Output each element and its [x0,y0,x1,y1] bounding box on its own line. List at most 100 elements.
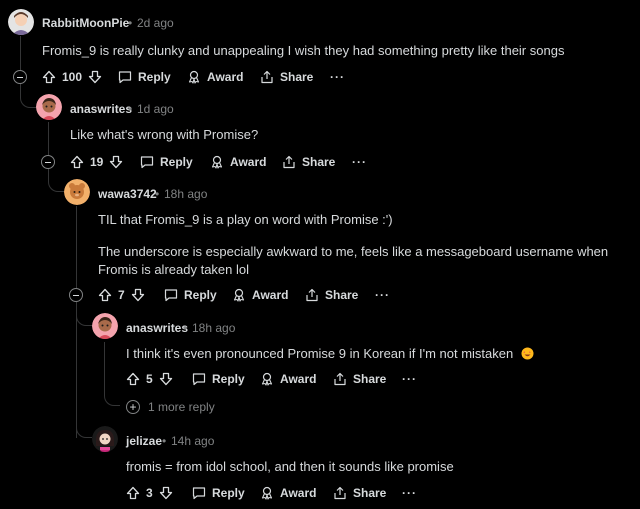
avatar-icon [92,426,118,452]
avatar[interactable] [92,426,118,452]
thread-branch-curve [20,84,36,108]
vote-count: 3 [146,486,153,500]
separator-dot: • [128,16,133,30]
award-label: Award [207,70,244,84]
comment-timestamp[interactable]: 18h ago [164,187,207,201]
award-label: Award [252,288,289,302]
reply-button[interactable]: Reply [140,155,193,169]
comment-timestamp[interactable]: 2d ago [137,16,174,30]
thread-branch-curve [76,414,92,438]
reply-button[interactable]: Reply [164,288,217,302]
thread-branch-curve [48,168,64,192]
comment-timestamp[interactable]: 18h ago [192,321,235,335]
separator-dot: • [128,102,133,116]
reply-label: Reply [138,70,171,84]
share-button[interactable]: Share [282,155,335,169]
thread-line-level2 [76,206,77,288]
more-options-button[interactable]: ··· [375,288,390,302]
separator-dot: • [183,321,188,335]
award-button[interactable]: Award [260,486,316,500]
reply-icon [192,373,206,386]
reply-label: Reply [184,288,217,302]
separator-dot: • [162,434,167,448]
comment-body: fromis = from idol school, and then it s… [126,459,454,474]
comment-username[interactable]: wawa3742 [98,187,157,201]
downvote-icon[interactable] [159,486,173,500]
avatar[interactable] [36,94,62,120]
award-icon [261,486,273,500]
comment-username[interactable]: jelizae [126,434,162,448]
thread-line-level3 [104,342,105,386]
upvote-icon[interactable] [42,70,56,84]
award-button[interactable]: Award [187,70,243,84]
comment-body-paragraph: The underscore is especially awkward to … [98,244,609,277]
upvote-icon[interactable] [70,155,84,169]
downvote-icon[interactable] [131,288,145,302]
award-label: Award [230,155,267,169]
more-options-button[interactable]: ··· [402,372,417,386]
comment-username[interactable]: anaswrites [126,321,188,335]
share-icon [261,70,273,84]
share-button[interactable]: Share [260,70,313,84]
share-button[interactable]: Share [333,372,386,386]
reply-button[interactable]: Reply [192,372,245,386]
vote-controls: 5 [126,372,173,386]
share-label: Share [353,372,387,386]
downvote-icon[interactable] [88,70,102,84]
avatar[interactable] [8,9,34,35]
more-options-button[interactable]: ··· [330,70,345,84]
upvote-icon[interactable] [126,486,140,500]
share-icon [306,288,318,302]
avatar[interactable] [64,179,90,205]
vote-count: 5 [146,372,153,386]
comment-body: Like what's wrong with Promise? [70,127,259,142]
more-options-button[interactable]: ··· [352,155,367,169]
more-replies-label: 1 more reply [148,400,215,414]
downvote-icon[interactable] [109,155,123,169]
vote-count: 19 [90,155,104,169]
collapse-thread-button[interactable] [41,155,55,169]
award-button[interactable]: Award [260,372,316,386]
award-button[interactable]: Award [210,155,266,169]
share-icon [334,486,346,500]
share-button[interactable]: Share [333,486,386,500]
comment-timestamp[interactable]: 14h ago [171,434,214,448]
share-label: Share [325,288,359,302]
avatar-icon [92,313,118,339]
thread-branch-curve [76,302,92,326]
reply-icon [164,289,178,302]
vote-controls: 19 [70,155,123,169]
reply-label: Reply [212,372,245,386]
thread-line-level1 [48,122,49,156]
reply-label: Reply [160,155,193,169]
avatar-icon [64,179,90,205]
downvote-icon[interactable] [159,372,173,386]
comment-username[interactable]: RabbitMoonPie [42,16,129,30]
reply-icon [192,487,206,500]
avatar[interactable] [92,313,118,339]
award-icon [188,70,200,84]
more-options-button[interactable]: ··· [402,486,417,500]
comment-username[interactable]: anaswrites [70,102,132,116]
collapse-thread-button[interactable] [13,70,27,84]
thread-branch-curve [104,386,120,406]
star-struck-emoji-icon [521,347,534,365]
vote-controls: 100 [42,70,102,84]
vote-controls: 3 [126,486,173,500]
collapse-thread-button[interactable] [69,288,83,302]
award-button[interactable]: Award [232,288,288,302]
award-label: Award [280,372,317,386]
more-replies-link[interactable]: + 1 more reply [126,400,215,414]
reply-button[interactable]: Reply [118,70,171,84]
upvote-icon[interactable] [98,288,112,302]
vote-controls: 7 [98,288,145,302]
vote-count: 7 [118,288,125,302]
share-label: Share [353,486,387,500]
expand-plus-icon: + [126,400,140,414]
reply-button[interactable]: Reply [192,486,245,500]
comment-timestamp[interactable]: 1d ago [137,102,174,116]
share-button[interactable]: Share [305,288,358,302]
comment-body: Fromis_9 is really clunky and unappealin… [42,43,565,58]
reply-label: Reply [212,486,245,500]
upvote-icon[interactable] [126,372,140,386]
